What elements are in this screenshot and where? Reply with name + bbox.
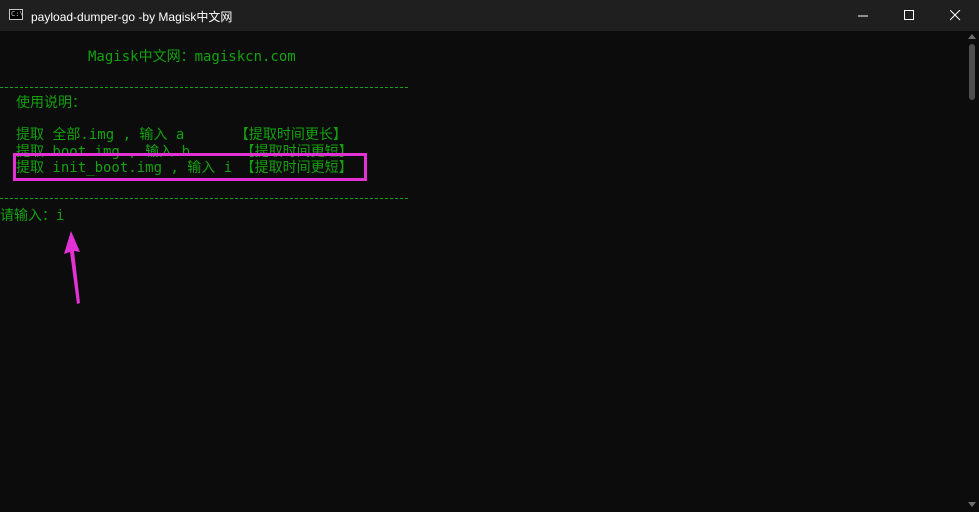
- highlight-box: [13, 153, 367, 181]
- console-output[interactable]: Magisk中文网：magiskcn.com 使用说明： 提取 全部.img ,…: [0, 31, 965, 512]
- arrow-up-icon: [64, 231, 80, 304]
- header-line: Magisk中文网：magiskcn.com: [88, 49, 296, 65]
- maximize-button[interactable]: [886, 0, 932, 31]
- close-icon: [950, 10, 961, 21]
- separator-bottom: [0, 198, 408, 199]
- title-bar: C:\ payload-dumper-go -by Magisk中文网: [0, 0, 979, 31]
- scroll-down-icon[interactable]: [968, 502, 976, 507]
- close-button[interactable]: [932, 0, 978, 31]
- usage-title: 使用说明：: [16, 95, 86, 111]
- terminal-icon: C:\: [9, 9, 24, 20]
- input-prompt[interactable]: 请输入：i: [0, 208, 64, 224]
- separator-top: [0, 87, 408, 88]
- window-title: payload-dumper-go -by Magisk中文网: [31, 10, 233, 24]
- minimize-icon: [858, 15, 868, 17]
- scrollbar[interactable]: [965, 31, 979, 512]
- scroll-up-icon[interactable]: [968, 34, 976, 39]
- maximize-icon: [904, 10, 914, 20]
- scroll-thumb[interactable]: [969, 44, 975, 100]
- option-all: 提取 全部.img , 输入 a 【提取时间更长】: [16, 127, 347, 143]
- minimize-button[interactable]: [840, 0, 886, 31]
